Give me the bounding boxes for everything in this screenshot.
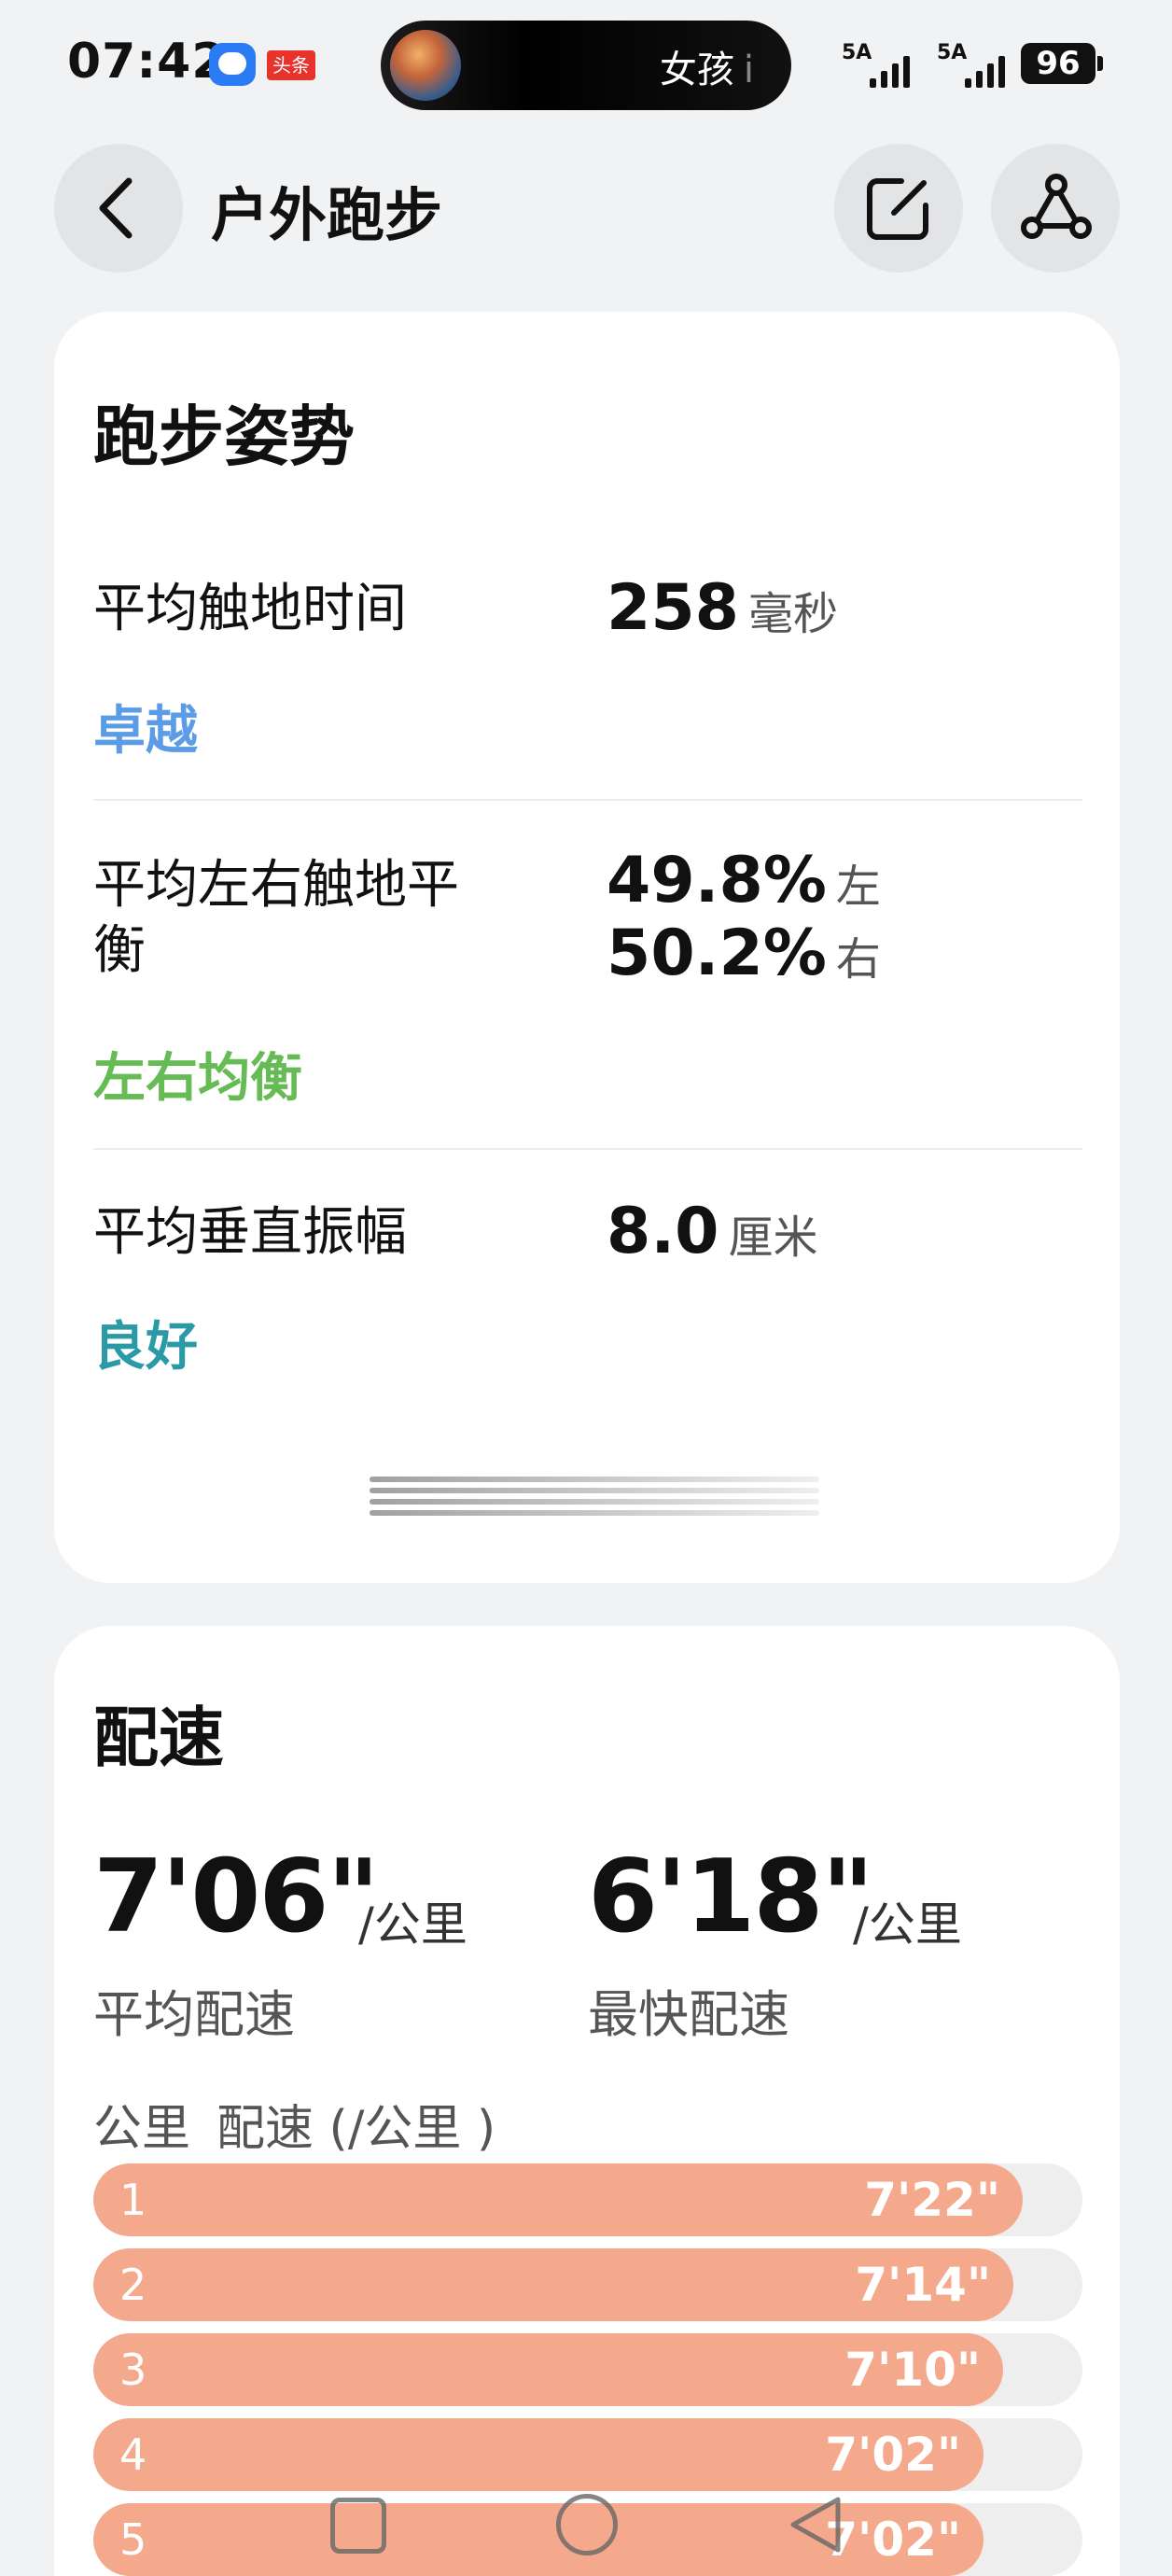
value: 8.0 bbox=[607, 1195, 719, 1268]
balance-rating: 左右均衡 bbox=[93, 1048, 302, 1109]
fastest-pace-caption: 最快配速 bbox=[588, 1985, 789, 2044]
average-pace-caption: 平均配速 bbox=[93, 1985, 295, 2044]
average-pace-value: 7'06" bbox=[93, 1839, 380, 1955]
vertical-oscillation-rating: 良好 bbox=[93, 1317, 198, 1378]
signal-label: 5A bbox=[842, 41, 872, 64]
runner-motion-illustration bbox=[370, 1469, 819, 1525]
media-info-icon: i bbox=[743, 49, 754, 91]
cell-signal-icon: 5A bbox=[842, 37, 935, 93]
signal-label: 5A bbox=[937, 41, 968, 64]
page-title: 户外跑步 bbox=[211, 181, 443, 249]
split-pace-label: 7'10" bbox=[844, 2343, 981, 2397]
contact-time-label: 平均触地时间 bbox=[93, 579, 407, 639]
card-title: 配速 bbox=[93, 1700, 224, 1776]
unit: 右 bbox=[835, 933, 881, 986]
split-table-header: 公里 配速 (/公里 ) bbox=[93, 2089, 495, 2159]
split-pace-label: 7'22" bbox=[864, 2173, 1000, 2227]
vertical-oscillation-value: 8.0 厘米 bbox=[607, 1195, 817, 1275]
balance-left-value: 49.8% 左 bbox=[607, 844, 881, 924]
cell-signal-icon: 5A bbox=[937, 37, 1030, 93]
vertical-oscillation-label: 平均垂直振幅 bbox=[93, 1202, 407, 1263]
value: 49.8% bbox=[607, 844, 827, 917]
toutiao-badge-icon: 头条 bbox=[267, 50, 315, 80]
back-button[interactable] bbox=[54, 144, 183, 273]
chevron-left-icon bbox=[99, 177, 133, 239]
split-header-pace: 配速 (/公里 ) bbox=[216, 2101, 496, 2157]
media-title: 女孩 bbox=[659, 49, 734, 91]
value: 258 bbox=[607, 571, 739, 645]
balance-label-line: 平均左右触地平 bbox=[93, 855, 459, 916]
contact-time-value: 258 毫秒 bbox=[607, 571, 838, 651]
fastest-pace-value: 6'18" bbox=[588, 1839, 874, 1955]
balance-right-value: 50.2% 右 bbox=[607, 917, 881, 997]
split-km-label: 3 bbox=[119, 2345, 147, 2395]
status-time: 07:42 bbox=[67, 34, 227, 90]
split-pace-label: 7'14" bbox=[855, 2258, 991, 2312]
split-row: 3 7'10" bbox=[93, 2333, 1082, 2406]
edit-button[interactable] bbox=[834, 144, 963, 273]
card-title: 跑步姿势 bbox=[93, 399, 355, 475]
balance-label: 平均左右触地平 衡 bbox=[93, 853, 459, 984]
value: 50.2% bbox=[607, 917, 827, 990]
media-island[interactable]: 女孩 i bbox=[381, 21, 791, 110]
recents-icon[interactable] bbox=[330, 2498, 386, 2554]
message-app-icon bbox=[209, 43, 256, 86]
album-art bbox=[390, 30, 461, 101]
divider bbox=[93, 1148, 1082, 1150]
split-km-label: 1 bbox=[119, 2175, 147, 2225]
unit: 毫秒 bbox=[747, 588, 838, 640]
share-icon bbox=[1021, 174, 1092, 239]
pace-card: 配速 7'06" /公里 平均配速 6'18" /公里 最快配速 公里 配速 (/… bbox=[54, 1626, 1120, 2576]
split-row: 1 7'22" bbox=[93, 2163, 1082, 2236]
unit: 左 bbox=[835, 861, 881, 913]
home-icon[interactable] bbox=[556, 2494, 618, 2555]
system-nav-bar bbox=[0, 2464, 1172, 2576]
average-pace-unit: /公里 bbox=[358, 1897, 467, 1952]
edit-icon bbox=[867, 178, 928, 240]
split-header-km: 公里 bbox=[93, 2101, 191, 2157]
status-bar: 07:42 头条 女孩 i 5A 5A 96 bbox=[0, 0, 1172, 131]
split-km-label: 2 bbox=[119, 2260, 147, 2310]
contact-time-rating: 卓越 bbox=[93, 701, 198, 762]
running-posture-card: 跑步姿势 平均触地时间 258 毫秒 卓越 平均左右触地平 衡 49.8% 左 50… bbox=[54, 312, 1120, 1583]
balance-label-line: 衡 bbox=[93, 920, 146, 981]
fastest-pace-unit: /公里 bbox=[853, 1897, 962, 1952]
unit: 厘米 bbox=[728, 1211, 818, 1264]
share-button[interactable] bbox=[991, 144, 1120, 273]
back-icon[interactable] bbox=[786, 2494, 847, 2555]
split-row: 2 7'14" bbox=[93, 2248, 1082, 2321]
battery-icon: 96 bbox=[1021, 43, 1103, 84]
divider bbox=[93, 799, 1082, 801]
